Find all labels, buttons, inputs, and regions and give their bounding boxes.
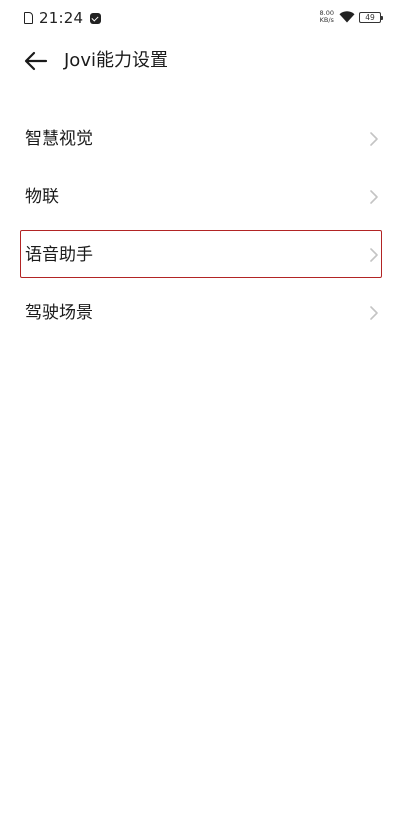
wifi-icon bbox=[339, 11, 355, 23]
list-item-smart-vision[interactable]: 智慧视觉 bbox=[0, 110, 401, 168]
settings-list: 智慧视觉 物联 语音助手 驾驶场景 bbox=[0, 110, 401, 342]
battery-icon: 49 bbox=[359, 11, 383, 23]
status-bar: 21:24 8.00 KB/s 49 bbox=[0, 0, 401, 36]
status-time: 21:24 bbox=[39, 9, 84, 27]
chevron-right-icon bbox=[370, 132, 378, 146]
list-item-iot[interactable]: 物联 bbox=[0, 168, 401, 226]
list-item-label: 智慧视觉 bbox=[25, 129, 93, 149]
back-arrow-icon[interactable] bbox=[22, 48, 50, 74]
app-header: Jovi能力设置 bbox=[0, 36, 401, 86]
list-item-voice-assistant[interactable]: 语音助手 bbox=[0, 226, 401, 284]
message-notification-icon bbox=[90, 12, 102, 24]
chevron-right-icon bbox=[370, 306, 378, 320]
network-speed: 8.00 KB/s bbox=[320, 10, 334, 24]
list-item-driving-scene[interactable]: 驾驶场景 bbox=[0, 284, 401, 342]
list-item-label: 驾驶场景 bbox=[25, 303, 93, 323]
battery-level: 49 bbox=[365, 12, 375, 22]
network-speed-unit: KB/s bbox=[319, 16, 334, 24]
page-title: Jovi能力设置 bbox=[64, 50, 168, 71]
chevron-right-icon bbox=[370, 190, 378, 204]
list-item-label: 语音助手 bbox=[25, 245, 93, 265]
status-right: 8.00 KB/s 49 bbox=[320, 10, 383, 24]
list-item-label: 物联 bbox=[25, 187, 59, 207]
status-left: 21:24 bbox=[24, 9, 102, 27]
sim-card-icon bbox=[24, 12, 33, 24]
chevron-right-icon bbox=[370, 248, 378, 262]
